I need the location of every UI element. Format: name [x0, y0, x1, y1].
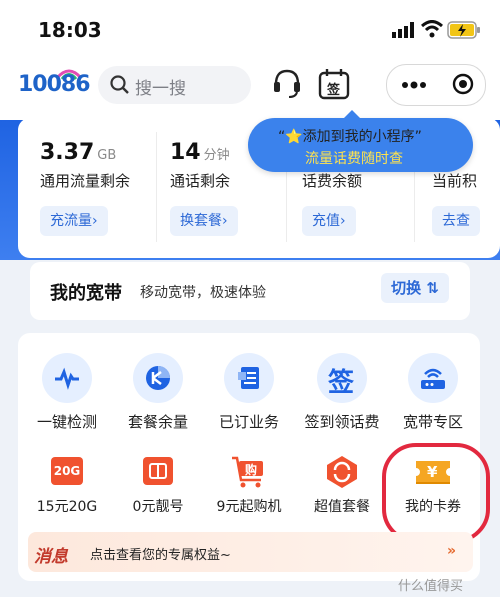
router-icon: [408, 353, 458, 403]
service-label: 超值套餐: [314, 499, 370, 515]
logo[interactable]: 10086: [18, 72, 91, 97]
tooltip-line2: 流量话费随时查: [305, 151, 403, 167]
chevron-right-icon: ›: [92, 213, 98, 229]
checkin-icon-text: 签: [328, 368, 355, 398]
check-points-button[interactable]: 去查: [432, 206, 480, 236]
service-package-balance[interactable]: 套餐余量: [115, 353, 201, 432]
calendar-sign-icon[interactable]: 签: [318, 68, 350, 100]
message-title: 消息: [34, 547, 68, 567]
offer-free-number[interactable]: 0元靓号: [115, 453, 201, 516]
chevron-right-icon: ›: [340, 213, 346, 229]
recharge-data-label: 充流量: [50, 213, 92, 229]
data-20g-icon: 20G: [44, 453, 90, 491]
service-label: 15元20G: [36, 499, 98, 515]
refresh-badge-icon: [319, 453, 365, 491]
double-chevron-icon: »: [447, 543, 457, 559]
service-label: 一键检测: [36, 413, 97, 431]
recharge-data-button[interactable]: 充流量›: [40, 206, 108, 236]
service-label: 9元起购机: [216, 499, 282, 515]
more-icon[interactable]: [401, 77, 427, 96]
search-icon: [110, 75, 130, 99]
status-time: 18:03: [38, 18, 102, 42]
stat-label: 话费余额: [302, 172, 363, 190]
cart-icon: 购: [226, 453, 272, 491]
cart-icon-text: 购: [245, 463, 258, 477]
calendar-sign-text: 签: [327, 83, 341, 98]
service-label: 0元靓号: [132, 499, 184, 515]
package-icon: [133, 353, 183, 403]
service-label: 签到领话费: [304, 413, 380, 431]
watermark: 什么值得买: [398, 579, 464, 594]
service-label: 套餐余量: [127, 413, 188, 431]
stat-label: 通用流量剩余: [40, 172, 131, 190]
tooltip-arrow: [343, 110, 361, 119]
change-plan-label: 换套餐: [180, 213, 222, 229]
broadband-desc: 移动宽带，极速体验: [140, 285, 266, 301]
data-20g-icon-text: 20G: [51, 457, 83, 485]
search-placeholder: 搜一搜: [135, 79, 186, 99]
offer-15yuan-20g[interactable]: 20G 15元20G: [24, 453, 110, 516]
checkin-icon: 签: [317, 353, 367, 403]
offer-buy-phone[interactable]: 购 9元起购机: [206, 453, 292, 516]
stat-unit: 分钟: [203, 148, 230, 163]
signal-icon: [392, 22, 418, 42]
stat-data[interactable]: 3.37 GB 通用流量剩余 充流量›: [18, 118, 148, 258]
battery-charging-icon: [447, 21, 481, 43]
target-icon[interactable]: [452, 73, 474, 99]
wifi-icon: [420, 20, 444, 42]
switch-button[interactable]: 切换 ⇅: [381, 273, 449, 303]
stat-label: 当前积: [432, 172, 478, 190]
pulse-icon: [42, 353, 92, 403]
service-broadband-zone[interactable]: 宽带专区: [390, 353, 476, 432]
service-one-click-check[interactable]: 一键检测: [24, 353, 110, 432]
message-text: 点击查看您的专属权益~: [90, 548, 231, 563]
highlight-circle: [382, 443, 490, 543]
change-plan-button[interactable]: 换套餐›: [170, 206, 238, 236]
chevron-right-icon: ›: [222, 213, 228, 229]
tooltip-line1: “⭐添加到我的小程序”: [278, 129, 422, 145]
service-checkin[interactable]: 签 签到领话费: [299, 353, 385, 432]
stat-unit: GB: [97, 148, 117, 163]
service-label: 已订业务: [218, 413, 279, 431]
service-subscribed[interactable]: 已订业务: [206, 353, 292, 432]
top-up-label: 充值: [312, 213, 340, 229]
headset-icon[interactable]: [272, 68, 302, 104]
offer-value-plan[interactable]: 超值套餐: [299, 453, 385, 516]
broadband-title: 我的宽带: [50, 283, 122, 304]
sim-icon: [135, 453, 181, 491]
stat-label: 通话剩余: [170, 172, 231, 190]
stat-value: 3.37: [40, 140, 95, 165]
top-up-button[interactable]: 充值›: [302, 206, 356, 236]
check-points-label: 去查: [442, 213, 470, 229]
orders-icon: [224, 353, 274, 403]
service-label: 宽带专区: [402, 413, 463, 431]
stat-value: 14: [170, 140, 201, 165]
